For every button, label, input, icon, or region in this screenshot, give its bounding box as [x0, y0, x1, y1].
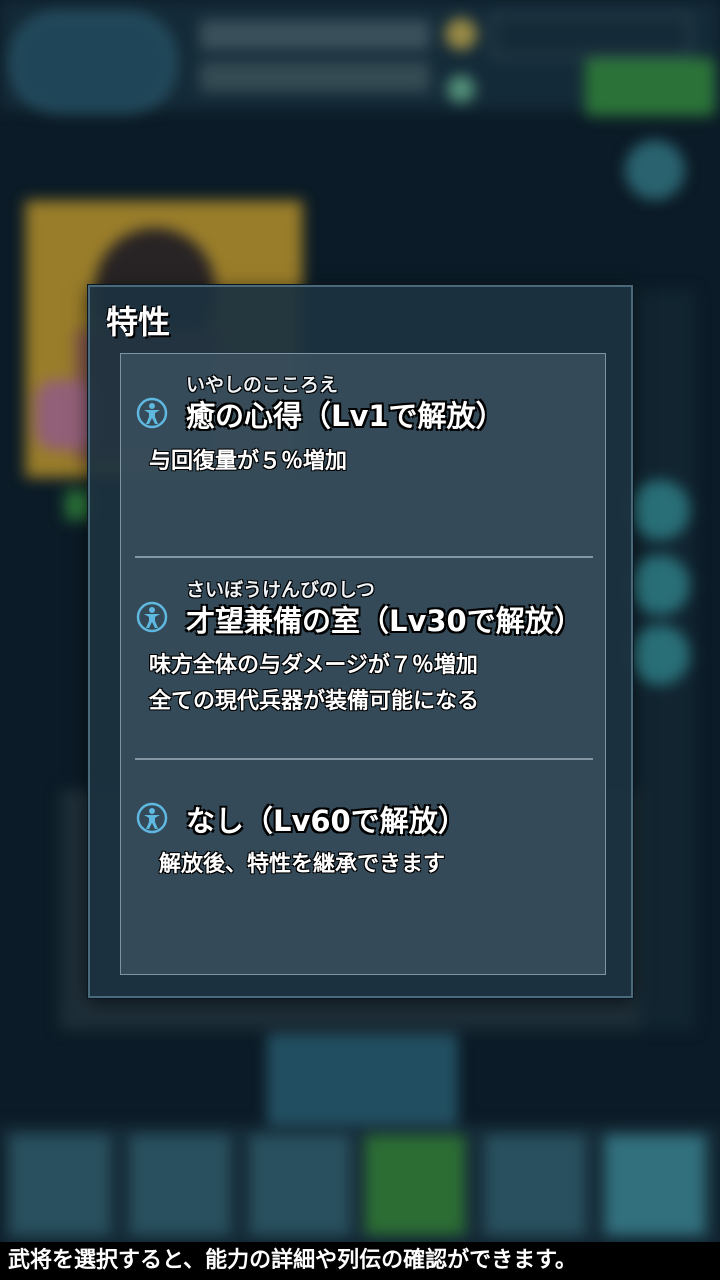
- hint-caption: 武将を選択すると、能力の詳細や列伝の確認ができます。: [0, 1242, 720, 1280]
- trait-item: いやしのこころえ 癒の心得（Lv1で解放） 与回復量が５％増加: [121, 354, 605, 554]
- trait-description: 味方全体の与ダメージが７％増加: [149, 653, 478, 678]
- trait-name: 才望兼備の室（Lv30で解放）: [186, 604, 583, 638]
- dialog-title: 特性: [106, 303, 171, 341]
- trait-name: なし（Lv60で解放）: [186, 804, 467, 838]
- trait-list: いやしのこころえ 癒の心得（Lv1で解放） 与回復量が５％増加 さいぼうけんびの…: [120, 353, 606, 975]
- trait-item: さいぼうけんびのしつ 才望兼備の室（Lv30で解放） 味方全体の与ダメージが７％…: [121, 559, 605, 759]
- trait-divider: [135, 556, 593, 558]
- trait-description: 全ての現代兵器が装備可能になる: [149, 689, 480, 714]
- trait-name: 癒の心得（Lv1で解放）: [186, 399, 505, 433]
- trait-dialog[interactable]: 特性 いやしのこころえ 癒の心得（Lv1で解放） 与回復量が５％増加 さいぼうけ…: [88, 285, 633, 998]
- trait-item: なし（Lv60で解放） 解放後、特性を継承できます: [121, 761, 605, 961]
- trait-ruby: いやしのこころえ: [186, 374, 339, 396]
- person-figure-icon: [136, 601, 168, 633]
- trait-description: 解放後、特性を継承できます: [159, 852, 446, 877]
- person-figure-icon: [136, 397, 168, 429]
- trait-description: 与回復量が５％増加: [149, 449, 348, 474]
- trait-ruby: さいぼうけんびのしつ: [186, 579, 375, 601]
- person-figure-icon: [136, 802, 168, 834]
- trait-divider: [135, 758, 593, 760]
